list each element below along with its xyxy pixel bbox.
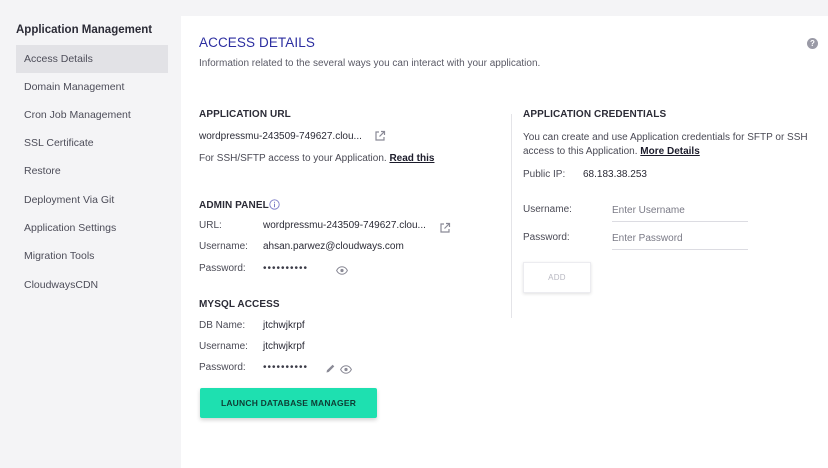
application-url-heading: APPLICATION URL: [199, 109, 291, 120]
info-icon[interactable]: [269, 199, 280, 210]
sidebar-item-access-details[interactable]: Access Details: [16, 45, 168, 73]
sidebar-title: Application Management: [16, 24, 153, 36]
sidebar-item-domain-management[interactable]: Domain Management: [16, 73, 168, 101]
db-name-label: DB Name:: [199, 320, 246, 331]
mysql-eye-icon[interactable]: [340, 365, 352, 374]
db-name-value: jtchwjkrpf: [263, 320, 305, 331]
sidebar-item-application-settings[interactable]: Application Settings: [16, 214, 168, 242]
mysql-username-label: Username:: [199, 341, 248, 352]
sidebar-item-cloudwayscdn[interactable]: CloudwaysCDN: [16, 271, 168, 299]
read-this-link[interactable]: Read this: [389, 153, 434, 164]
admin-password-value: ••••••••••: [263, 263, 309, 274]
application-credentials-heading: APPLICATION CREDENTIALS: [523, 109, 667, 120]
admin-username-label: Username:: [199, 241, 248, 252]
page-title: ACCESS DETAILS: [199, 35, 315, 50]
column-divider: [511, 114, 512, 318]
credentials-password-label: Password:: [523, 232, 570, 243]
mysql-password-label: Password:: [199, 362, 246, 373]
mysql-password-value: ••••••••••: [263, 362, 309, 373]
sidebar-item-deployment-via-git[interactable]: Deployment Via Git: [16, 186, 168, 214]
sidebar: Application Management Access Details Do…: [0, 0, 180, 468]
credentials-username-input[interactable]: [612, 200, 748, 222]
mysql-access-heading: MYSQL ACCESS: [199, 299, 280, 310]
admin-password-row: ••••••••••: [263, 263, 333, 277]
credentials-description: You can create and use Application crede…: [523, 131, 823, 159]
more-details-link[interactable]: More Details: [640, 146, 699, 157]
question-circle-icon[interactable]: ?: [807, 38, 818, 49]
main-panel: ACCESS DETAILS Information related to th…: [181, 16, 828, 468]
eye-icon[interactable]: [336, 266, 348, 275]
public-ip-label: Public IP:: [523, 169, 566, 180]
mysql-username-value: jtchwjkrpf: [263, 341, 305, 352]
admin-panel-heading: ADMIN PANEL: [199, 200, 269, 211]
admin-password-label: Password:: [199, 263, 246, 274]
sidebar-item-migration-tools[interactable]: Migration Tools: [16, 242, 168, 270]
page-subtitle: Information related to the several ways …: [199, 58, 541, 69]
launch-database-manager-button[interactable]: LAUNCH DATABASE MANAGER: [200, 388, 377, 418]
admin-url-value: wordpressmu-243509-749627.clou...: [263, 220, 426, 231]
admin-external-link-icon[interactable]: [439, 222, 451, 234]
mysql-password-row: ••••••••••: [263, 362, 325, 376]
admin-username-value: ahsan.parwez@cloudways.com: [263, 241, 404, 252]
ssh-note: For SSH/SFTP access to your Application.…: [199, 153, 434, 164]
sidebar-item-cron-job-management[interactable]: Cron Job Management: [16, 101, 168, 129]
admin-url-label: URL:: [199, 220, 222, 231]
public-ip-value: 68.183.38.253: [583, 169, 647, 180]
credentials-password-input[interactable]: [612, 228, 748, 250]
sidebar-item-ssl-certificate[interactable]: SSL Certificate: [16, 129, 168, 157]
external-link-icon[interactable]: [374, 130, 386, 142]
pencil-icon[interactable]: [325, 363, 336, 374]
add-credentials-button[interactable]: ADD: [523, 262, 591, 293]
sidebar-item-restore[interactable]: Restore: [16, 157, 168, 185]
credentials-username-label: Username:: [523, 204, 572, 215]
application-url-value: wordpressmu-243509-749627.clou...: [199, 131, 362, 142]
ssh-note-text: For SSH/SFTP access to your Application.: [199, 153, 387, 164]
